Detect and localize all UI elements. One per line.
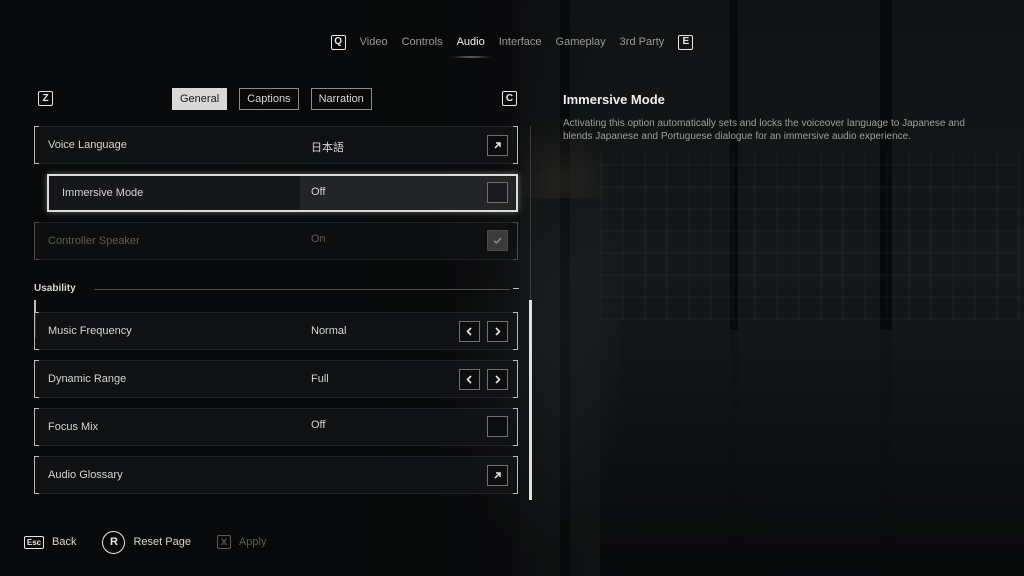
tab-video[interactable]: Video <box>360 36 388 48</box>
scrollbar-thumb[interactable] <box>529 300 532 500</box>
tab-audio[interactable]: Audio <box>448 36 493 58</box>
subtab-narration[interactable]: Narration <box>310 88 372 110</box>
nav-next-key[interactable]: E <box>678 34 694 50</box>
section-divider <box>94 289 510 290</box>
nav-prev-key[interactable]: Q <box>330 34 346 50</box>
subtab-next-key[interactable]: C <box>502 91 517 106</box>
setting-value: Off <box>311 419 326 431</box>
description-title: Immersive Mode <box>563 92 665 107</box>
back-button[interactable]: Esc Back <box>24 535 77 549</box>
external-link-icon[interactable] <box>487 135 508 156</box>
setting-label: Controller Speaker <box>48 235 140 247</box>
setting-focus-mix[interactable]: Focus Mix Off <box>34 408 518 446</box>
setting-label: Music Frequency <box>48 325 132 337</box>
subtab-bar: Z General Captions Narration C <box>34 88 520 110</box>
setting-value: 日本語 <box>311 142 344 154</box>
setting-label: Voice Language <box>48 139 127 151</box>
esc-key-icon: Esc <box>24 535 44 549</box>
chevron-right-icon[interactable] <box>487 321 508 342</box>
reset-page-button[interactable]: R Reset Page <box>102 530 191 554</box>
setting-label: Immersive Mode <box>62 187 144 199</box>
setting-label: Dynamic Range <box>48 373 127 385</box>
chevron-left-icon[interactable] <box>459 369 480 390</box>
setting-label: Focus Mix <box>48 421 99 433</box>
r-key-icon: R <box>102 530 126 554</box>
tab-interface[interactable]: Interface <box>499 36 542 48</box>
setting-audio-glossary[interactable]: Audio Glossary <box>34 456 518 494</box>
tab-3rd-party[interactable]: 3rd Party <box>620 36 665 48</box>
description-panel: Immersive Mode Activating this option au… <box>563 92 993 143</box>
description-body: Activating this option automatically set… <box>563 118 965 142</box>
setting-controller-speaker: Controller Speaker On <box>34 222 518 260</box>
apply-button[interactable]: X Apply <box>216 535 267 549</box>
immersive-mode-checkbox[interactable] <box>487 182 508 203</box>
setting-voice-language[interactable]: Voice Language 日本語 <box>34 126 518 164</box>
setting-label: Audio Glossary <box>48 469 123 481</box>
setting-value: Normal <box>311 325 347 337</box>
x-key-icon: X <box>216 535 231 549</box>
reset-page-label: Reset Page <box>133 536 191 548</box>
chevron-right-icon[interactable] <box>487 369 508 390</box>
back-label: Back <box>52 536 77 548</box>
tab-controls[interactable]: Controls <box>402 36 443 48</box>
subtab-captions[interactable]: Captions <box>239 88 299 110</box>
top-navigation: Q Video Controls Audio Interface Gamepla… <box>0 33 1024 58</box>
subtab-general[interactable]: General <box>172 88 228 110</box>
collapse-icon[interactable] <box>513 288 519 289</box>
setting-value: Full <box>311 373 329 385</box>
section-usability: Usability <box>34 283 520 297</box>
apply-label: Apply <box>238 536 267 548</box>
setting-music-frequency[interactable]: Music Frequency Normal <box>34 312 518 350</box>
setting-value: On <box>311 233 326 245</box>
chevron-left-icon[interactable] <box>459 321 480 342</box>
section-title: Usability <box>34 283 76 294</box>
check-icon <box>487 230 508 251</box>
setting-value: Off <box>311 186 326 198</box>
setting-dynamic-range[interactable]: Dynamic Range Full <box>34 360 518 398</box>
focus-mix-checkbox[interactable] <box>487 416 508 437</box>
external-link-icon[interactable] <box>487 465 508 486</box>
setting-immersive-mode[interactable]: Immersive Mode Off <box>47 174 518 212</box>
subtab-prev-key[interactable]: Z <box>38 91 53 106</box>
footer-actions: Esc Back R Reset Page X Apply <box>24 530 292 554</box>
tab-gameplay[interactable]: Gameplay <box>556 36 606 48</box>
